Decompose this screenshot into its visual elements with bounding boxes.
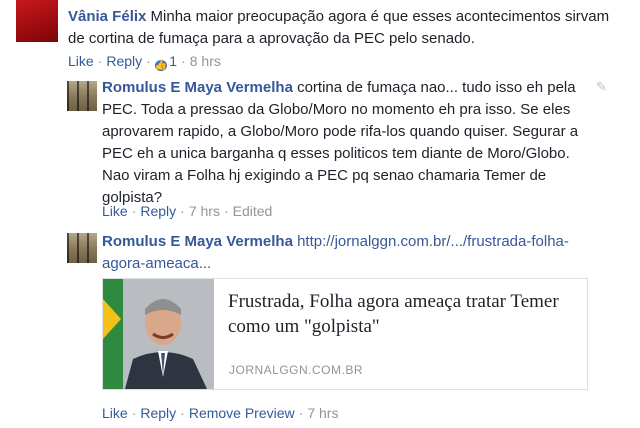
politician-photo-image bbox=[103, 279, 214, 389]
reply-link[interactable]: Reply bbox=[140, 203, 176, 219]
timestamp[interactable]: 7 hrs bbox=[189, 203, 220, 219]
reply-author-link[interactable]: Romulus E Maya Vermelha bbox=[102, 79, 293, 96]
preview-title[interactable]: Frustrada, Folha agora ameaça tratar Tem… bbox=[228, 289, 573, 339]
commenter-avatar[interactable] bbox=[16, 0, 58, 42]
like-link[interactable]: Like bbox=[102, 405, 128, 421]
reply-link[interactable]: Reply bbox=[140, 405, 176, 421]
comment-body: Vânia Félix Minha maior preocupação agor… bbox=[68, 6, 628, 50]
reply-actions: Like · Reply · 7 hrs · Edited bbox=[102, 203, 273, 219]
reply-author-link[interactable]: Romulus E Maya Vermelha bbox=[102, 233, 293, 250]
reply-link[interactable]: Reply bbox=[106, 53, 142, 69]
preview-thumbnail[interactable] bbox=[103, 279, 214, 389]
edited-label[interactable]: Edited bbox=[233, 203, 273, 219]
reply-actions: Like · Reply · Remove Preview · 7 hrs bbox=[102, 405, 339, 421]
link-preview-card[interactable]: Frustrada, Folha agora ameaça tratar Tem… bbox=[102, 278, 588, 390]
reply-body: Romulus E Maya Vermelha http://jornalggn… bbox=[102, 231, 588, 275]
comment-text: Minha maior preocupação agora é que esse… bbox=[68, 8, 610, 47]
comment-actions: Like · Reply · 👍 1 · 8 hrs bbox=[68, 53, 221, 71]
reply-body: Romulus E Maya Vermelha cortina de fumaç… bbox=[102, 77, 588, 209]
edit-pencil-icon[interactable]: ✎ bbox=[596, 79, 610, 94]
replier-avatar[interactable] bbox=[67, 81, 97, 111]
reply-text: cortina de fumaça nao... tudo isso eh pe… bbox=[102, 79, 579, 206]
like-link[interactable]: Like bbox=[102, 203, 128, 219]
timestamp[interactable]: 7 hrs bbox=[307, 405, 338, 421]
replier-avatar[interactable] bbox=[67, 233, 97, 263]
timestamp[interactable]: 8 hrs bbox=[190, 53, 221, 69]
like-reaction-icon: 👍 bbox=[154, 60, 168, 71]
like-link[interactable]: Like bbox=[68, 53, 94, 69]
reaction-count[interactable]: 1 bbox=[169, 53, 177, 69]
preview-domain: JORNALGGN.COM.BR bbox=[229, 363, 364, 377]
remove-preview-link[interactable]: Remove Preview bbox=[189, 405, 295, 421]
comment-author-link[interactable]: Vânia Félix bbox=[68, 8, 146, 25]
